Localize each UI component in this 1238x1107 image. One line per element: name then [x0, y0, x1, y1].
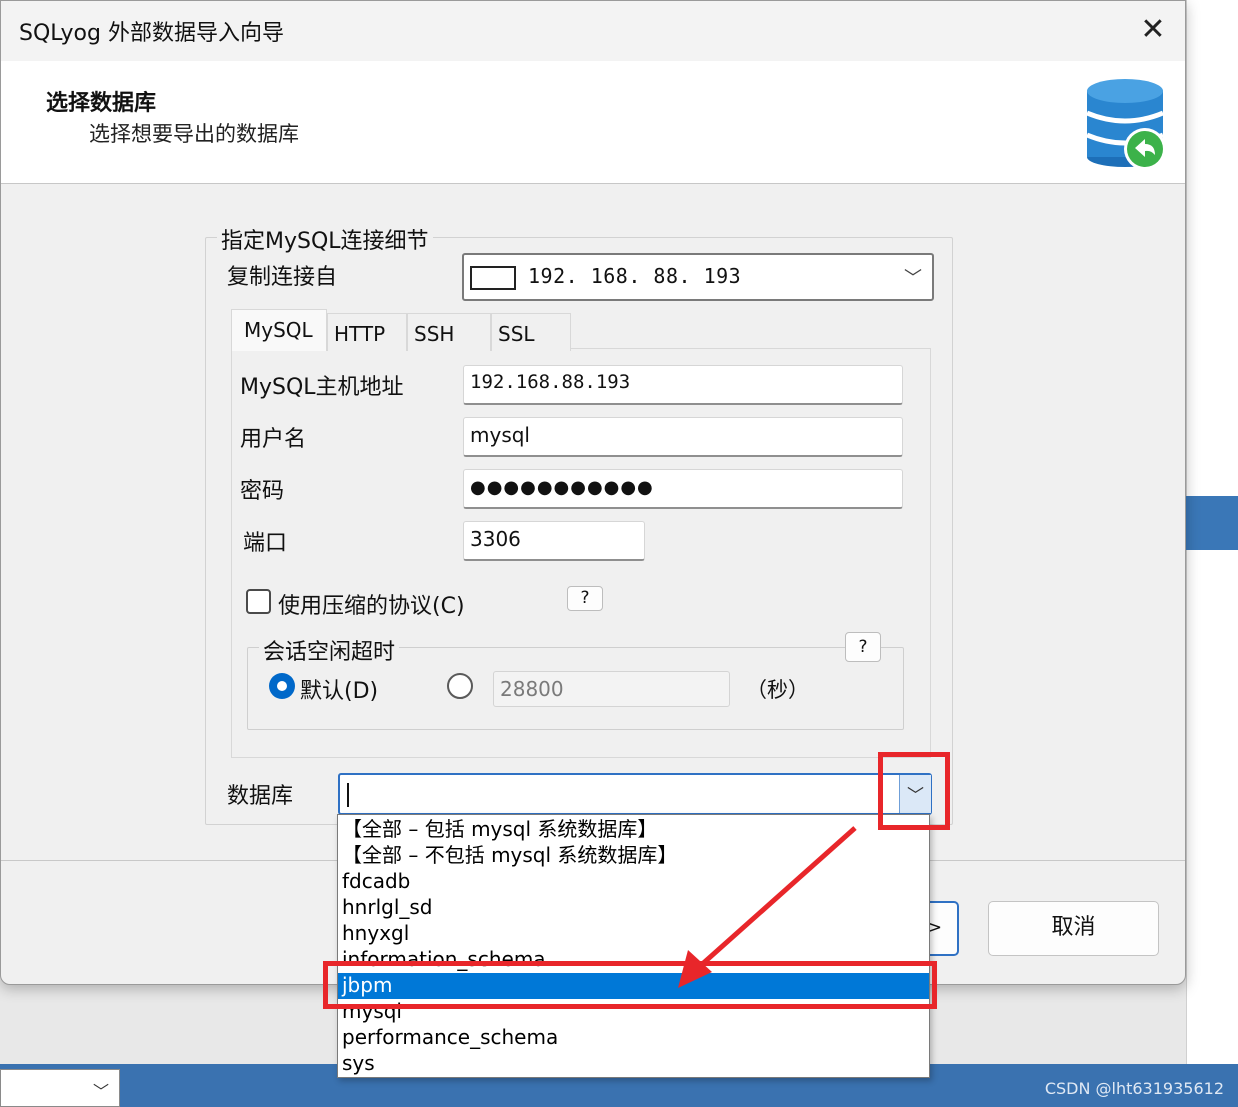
copy-from-label: 复制连接自 — [227, 265, 338, 290]
default-timeout-radio[interactable] — [269, 673, 295, 699]
port-input[interactable]: 3306 — [463, 521, 645, 561]
custom-timeout-radio[interactable] — [447, 673, 473, 699]
compress-checkbox[interactable] — [246, 589, 271, 614]
watermark: CSDN @lht631935612 — [1044, 1079, 1224, 1098]
database-import-icon — [1086, 79, 1166, 170]
database-combo[interactable] — [338, 773, 932, 815]
background-selection-bar — [1186, 496, 1238, 550]
host-label: MySQL主机地址 — [240, 375, 404, 400]
seconds-label: （秒） — [746, 678, 809, 702]
compress-label: 使用压缩的协议(C) — [278, 594, 465, 619]
radio-selected-dot — [277, 681, 287, 691]
list-item-performance-schema[interactable]: performance_schema — [338, 1025, 929, 1051]
default-timeout-label: 默认(D) — [300, 679, 379, 704]
copy-from-value: 192. 168. 88. 193 — [528, 264, 742, 288]
annotation-box-dropdown — [878, 752, 950, 830]
wizard-header: 选择数据库 选择想要导出的数据库 — [1, 61, 1185, 184]
port-label: 端口 — [243, 531, 288, 556]
password-label: 密码 — [240, 479, 285, 504]
cancel-button[interactable]: 取消 — [988, 901, 1159, 956]
page-subtitle: 选择想要导出的数据库 — [89, 122, 299, 146]
database-label: 数据库 — [227, 784, 294, 809]
text-caret — [347, 783, 349, 807]
color-swatch — [470, 266, 516, 290]
tab-mysql[interactable]: MySQL — [231, 309, 327, 351]
session-help-button[interactable]: ? — [845, 632, 881, 662]
host-input[interactable]: 192.168.88.193 — [463, 365, 903, 405]
chevron-down-icon: ﹀ — [904, 268, 922, 289]
close-button[interactable]: ✕ — [1131, 11, 1175, 51]
background-combo[interactable]: ﹀ — [0, 1069, 120, 1107]
title-bar: SQLyog 外部数据导入向导 ✕ — [1, 1, 1185, 61]
username-input[interactable]: mysql — [463, 417, 903, 457]
password-input[interactable]: ●●●●●●●●●●● — [463, 469, 903, 509]
connection-group-title: 指定MySQL连接细节 — [217, 223, 433, 255]
chevron-down-icon: ﹀ — [92, 1082, 109, 1101]
annotation-arrow-icon — [678, 826, 857, 988]
page-title: 选择数据库 — [46, 91, 157, 116]
tab-http[interactable]: HTTP — [327, 313, 407, 351]
copy-from-combo[interactable]: 192. 168. 88. 193 ﹀ — [462, 253, 934, 301]
compress-help-button[interactable]: ? — [567, 586, 603, 611]
tab-ssl[interactable]: SSL — [491, 313, 571, 351]
tab-ssh[interactable]: SSH — [407, 313, 491, 351]
window-title: SQLyog 外部数据导入向导 — [19, 21, 284, 46]
list-item-sys[interactable]: sys — [338, 1051, 929, 1077]
session-timeout-title: 会话空闲超时 — [259, 634, 400, 666]
timeout-input[interactable]: 28800 — [493, 671, 730, 707]
username-label: 用户名 — [240, 427, 307, 452]
